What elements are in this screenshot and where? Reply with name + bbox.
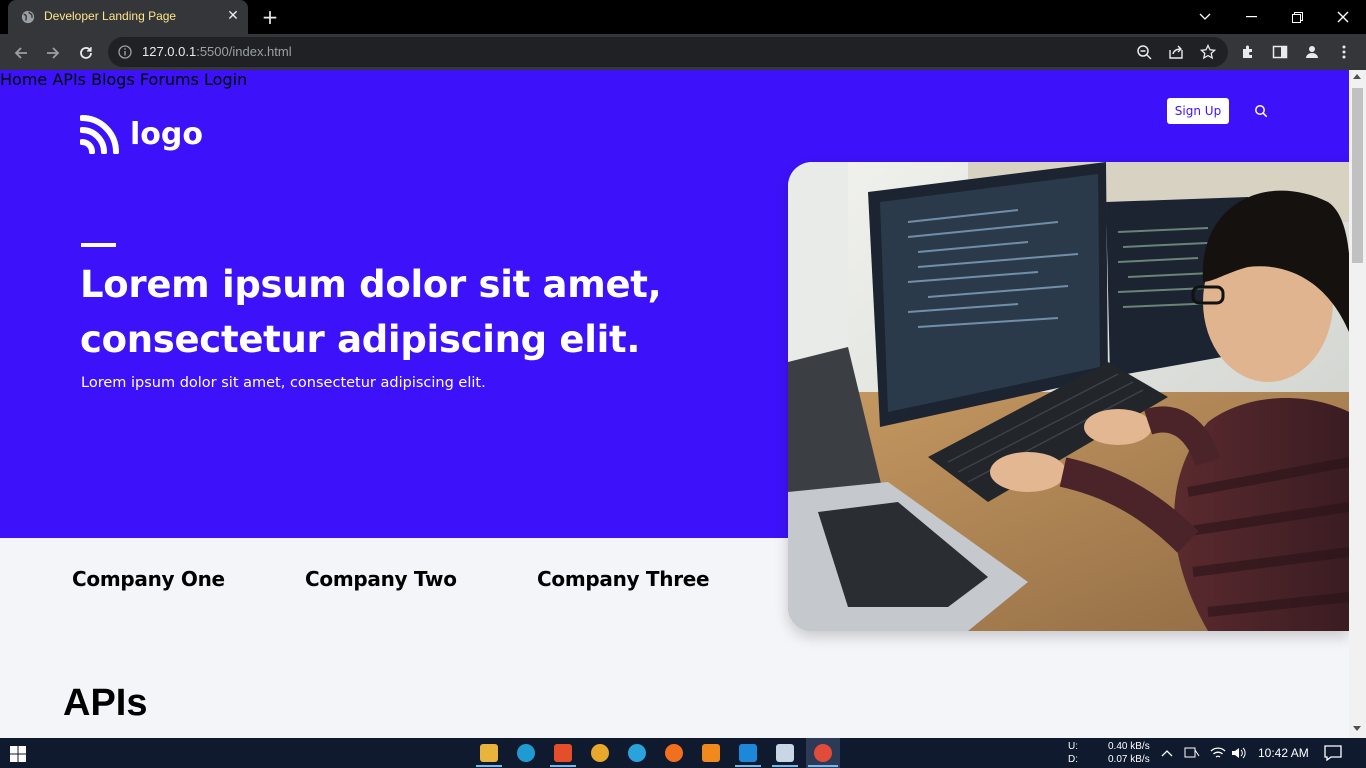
volume-icon[interactable] bbox=[1231, 746, 1247, 760]
firefox-icon[interactable] bbox=[665, 744, 683, 762]
net-upload-label: U: bbox=[1068, 741, 1078, 752]
edge-browser-icon[interactable] bbox=[517, 744, 535, 762]
globe-icon bbox=[21, 10, 35, 24]
net-upload-speed: 0.40 kB/s bbox=[1108, 741, 1150, 752]
headline-accent-line bbox=[81, 243, 116, 247]
net-download-label: D: bbox=[1068, 754, 1078, 765]
chrome-icon[interactable] bbox=[591, 744, 609, 762]
wifi-icon[interactable] bbox=[1210, 746, 1226, 760]
url-path: :5500/index.html bbox=[196, 44, 292, 59]
restore-button[interactable] bbox=[1274, 0, 1320, 34]
nav-apis[interactable]: APIs bbox=[52, 70, 86, 89]
extensions-puzzle-icon[interactable] bbox=[1240, 44, 1256, 60]
logo-text: logo bbox=[130, 116, 203, 152]
browser-tab[interactable]: Developer Landing Page ✕ bbox=[8, 0, 248, 34]
browser-toolbar: 127.0.0.1:5500/index.html bbox=[0, 34, 1366, 70]
headline-line-1: Lorem ipsum dolor sit amet, bbox=[80, 263, 662, 306]
share-icon[interactable] bbox=[1168, 44, 1184, 60]
windows-taskbar: U: D: 0.40 kB/s 0.07 kB/s 10:42 AM bbox=[0, 738, 1366, 768]
url-host: 127.0.0.1 bbox=[142, 44, 197, 59]
minimize-button[interactable] bbox=[1228, 0, 1274, 34]
brave-active-indicator bbox=[550, 765, 576, 767]
tab-title: Developer Landing Page bbox=[44, 9, 177, 23]
tab-close-icon[interactable]: ✕ bbox=[226, 9, 240, 23]
nav-blogs[interactable]: Blogs bbox=[91, 70, 135, 89]
logo-feed-icon bbox=[80, 115, 119, 154]
developer-photo bbox=[788, 162, 1349, 631]
menu-kebab-icon[interactable] bbox=[1336, 44, 1352, 60]
chrome-dev-icon[interactable] bbox=[814, 744, 832, 762]
bookmark-star-icon[interactable] bbox=[1200, 44, 1216, 60]
nav-login[interactable]: Login bbox=[204, 70, 247, 89]
scrollbar-thumb[interactable] bbox=[1352, 88, 1363, 263]
signup-button[interactable]: Sign Up bbox=[1167, 98, 1229, 124]
net-download-speed: 0.07 kB/s bbox=[1108, 754, 1150, 765]
tray-overflow-chevron-icon[interactable] bbox=[1161, 749, 1173, 757]
browser-titlebar: Developer Landing Page ✕ + bbox=[0, 0, 1366, 34]
close-window-button[interactable] bbox=[1320, 0, 1366, 34]
site-info-icon[interactable] bbox=[118, 45, 132, 59]
hero-image bbox=[788, 162, 1349, 631]
nav-home[interactable]: Home bbox=[0, 70, 47, 89]
hero-subtext: Lorem ipsum dolor sit amet, consectetur … bbox=[81, 375, 486, 391]
back-arrow-icon[interactable] bbox=[10, 42, 32, 64]
apis-section-title: APIs bbox=[63, 682, 148, 724]
url-text: 127.0.0.1:5500/index.html bbox=[142, 44, 292, 59]
company-logo-three: Company Three bbox=[537, 567, 710, 591]
side-panel-icon[interactable] bbox=[1272, 44, 1288, 60]
new-tab-button[interactable]: + bbox=[260, 7, 280, 27]
hero-headline: Lorem ipsum dolor sit amet, consectetur … bbox=[80, 257, 700, 367]
windows-start-icon[interactable] bbox=[10, 746, 26, 762]
vscode-active-indicator bbox=[735, 765, 761, 767]
search-icon[interactable] bbox=[1254, 104, 1268, 118]
scroll-down-arrow-icon[interactable] bbox=[1353, 726, 1361, 731]
site-logo[interactable]: logo bbox=[80, 114, 203, 154]
notepad-icon[interactable] bbox=[776, 744, 794, 762]
notification-center-icon[interactable] bbox=[1324, 745, 1342, 761]
vlc-icon[interactable] bbox=[702, 744, 720, 762]
profile-icon[interactable] bbox=[1304, 44, 1320, 60]
notepad-active-indicator bbox=[772, 765, 798, 767]
file-explorer-active-indicator bbox=[476, 765, 502, 767]
tab-search-chevron-icon[interactable] bbox=[1182, 0, 1228, 34]
address-bar[interactable]: 127.0.0.1:5500/index.html bbox=[108, 37, 1228, 67]
brave-browser-icon[interactable] bbox=[554, 744, 572, 762]
reload-icon[interactable] bbox=[75, 42, 97, 64]
headline-line-2: consectetur adipiscing elit. bbox=[80, 318, 641, 361]
web-page: logo Home APIs Blogs Forums Login Sign U… bbox=[0, 70, 1349, 738]
forward-arrow-icon[interactable] bbox=[42, 42, 64, 64]
scroll-up-arrow-icon[interactable] bbox=[1353, 74, 1361, 79]
nav-forums[interactable]: Forums bbox=[140, 70, 199, 89]
chrome-active-indicator bbox=[808, 765, 838, 767]
company-logo-two: Company Two bbox=[305, 567, 457, 591]
zoom-icon[interactable] bbox=[1136, 44, 1152, 60]
language-input-icon[interactable] bbox=[1184, 746, 1200, 760]
file-explorer-icon[interactable] bbox=[480, 744, 498, 762]
vscode-icon[interactable] bbox=[739, 744, 757, 762]
clock-time[interactable]: 10:42 AM bbox=[1258, 746, 1309, 760]
company-logo-one: Company One bbox=[72, 567, 225, 591]
telegram-icon[interactable] bbox=[628, 744, 646, 762]
